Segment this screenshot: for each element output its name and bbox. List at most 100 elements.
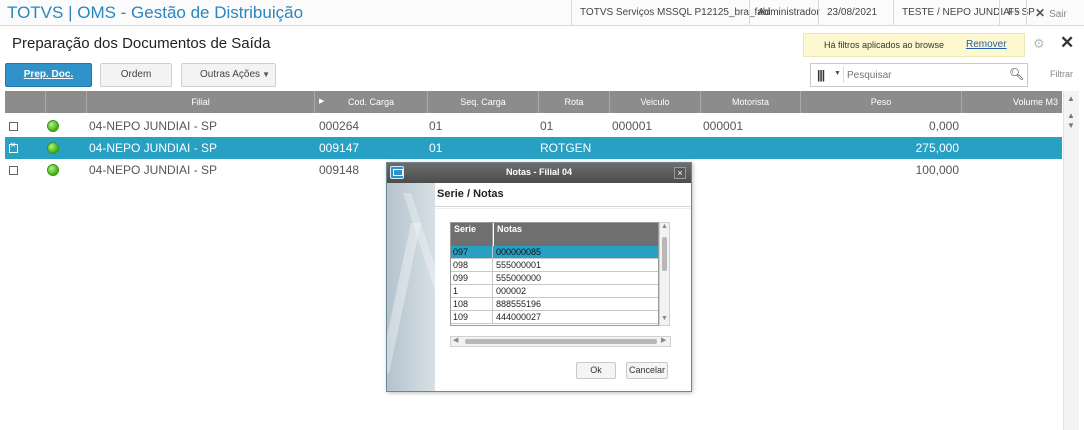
list-item[interactable]: 1 000002 [451,285,658,298]
status-green-icon [47,142,59,154]
page-title: Preparação dos Documentos de Saída [12,35,271,52]
separator [843,67,844,83]
cell-motorista: 000001 [703,119,744,133]
scroll-top-icon[interactable]: ▲ [1067,94,1075,103]
column-header-cod-carga[interactable]: Cod. Carga [314,91,427,113]
search-box: ||| ▼ 🔍︎ [810,63,1028,87]
cell-peso: 0,000 [928,119,959,133]
gear-icon[interactable]: ⚙ [1033,36,1045,52]
dialog-title: Notas - Filial 04 [505,167,573,177]
close-icon[interactable]: × [674,167,686,179]
cell-peso: 275,000 [915,141,959,155]
prep-doc-button[interactable]: Prep. Doc. [5,63,92,87]
status-green-icon [47,120,59,132]
outras-acoes-button[interactable]: Outras Ações ▼ [181,63,276,87]
cell-nota: 444000027 [496,312,542,322]
cell-serie: 1 [451,285,493,298]
scroll-left-icon[interactable]: ◀ [453,336,458,344]
dialog-title-bar[interactable]: Notas - Filial 04 × [387,163,691,183]
grid-vertical-scrollbar[interactable]: ▲ ▲ ▼ [1063,91,1079,430]
column-header-rota[interactable]: Rota [538,91,609,113]
scroll-up-icon[interactable]: ▲ [661,223,668,230]
notas-dialog: Notas - Filial 04 × Serie / Notas Serie … [386,162,692,392]
row-checkbox[interactable] [9,166,18,175]
app-title: TOTVS | OMS - Gestão de Distribuição [7,3,304,22]
scroll-down-icon[interactable]: ▼ [1067,121,1075,130]
date-label: 23/08/2021 [818,0,885,26]
list-item[interactable]: 109 444000027 [451,311,658,324]
search-icon[interactable]: 🔍︎ [1009,67,1024,81]
grid-header: Filial ▶ Cod. Carga Seq. Carga Rota Veic… [5,91,1062,113]
filter-button[interactable]: Filtrar [1050,69,1073,79]
column-header-volume[interactable]: Volume M3 [961,91,1062,113]
divider [435,208,691,209]
search-input[interactable] [847,67,997,83]
list-item[interactable]: 097 000000085 [451,246,658,259]
cell-serie: 098 [451,259,493,272]
close-icon: ✕ [1035,6,1046,20]
list-item[interactable]: 108 888555196 [451,298,658,311]
column-header-seq-carga[interactable]: Seq. Carga [427,91,538,113]
close-icon[interactable]: ✕ [1060,33,1074,53]
caret-down-icon: ▼ [262,70,270,79]
scrollbar-thumb[interactable] [662,237,667,271]
cell-serie: 109 [451,311,493,324]
filter-message: Há filtros aplicados ao browse [824,40,945,50]
divider [435,206,691,207]
row-checkbox[interactable] [9,122,18,131]
cell-serie: 108 [451,298,493,311]
cell-nota: 000002 [496,286,527,296]
dialog-side-banner [387,183,435,391]
column-header-status[interactable] [45,91,86,113]
cell-nota: 555000000 [496,273,542,283]
cell-cod-carga: 009147 [319,141,360,155]
notas-horizontal-scrollbar[interactable]: ◀ ▶ [450,336,671,347]
shortcut-label[interactable]: F5 [999,0,1028,26]
columns-icon[interactable]: ||| [817,68,825,82]
exit-label: Sair [1049,9,1067,20]
filter-banner: Há filtros aplicados ao browse Remover [803,33,1025,57]
column-header-serie[interactable]: Serie [451,223,493,246]
cell-peso: 100,000 [915,163,959,177]
environment-label: TOTVS Serviços MSSQL P12125_bra_fabi [571,0,779,26]
cancel-button[interactable]: Cancelar [626,362,668,379]
scroll-down-icon[interactable]: ▼ [661,315,668,322]
ok-button[interactable]: Ok [576,362,616,379]
cell-serie: 099 [451,272,493,285]
column-header-notas[interactable]: Notas [494,223,658,246]
column-header-peso[interactable]: Peso [800,91,961,113]
remove-filter-link[interactable]: Remover [966,39,1007,50]
title-bar: TOTVS | OMS - Gestão de Distribuição TOT… [0,0,1084,26]
cell-cod-carga: 009148 [319,163,360,177]
column-header-check[interactable] [5,91,45,113]
cell-veiculo: 000001 [612,119,653,133]
scrollbar-thumb[interactable] [465,339,657,344]
row-checkbox[interactable] [9,140,18,153]
user-label[interactable]: Administrador [749,0,828,26]
cell-rota: ROTGEN [540,141,592,155]
cell-serie: 097 [451,246,493,259]
scroll-up-icon[interactable]: ▲ [1067,111,1075,120]
list-item[interactable]: 099 555000000 [451,272,658,285]
cell-nota: 888555196 [496,299,542,309]
cell-cod-carga: 000264 [319,119,360,133]
column-header-veiculo[interactable]: Veiculo [609,91,700,113]
cell-seq-carga: 01 [429,141,443,155]
column-header-motorista[interactable]: Motorista [700,91,800,113]
cell-rota: 01 [540,119,554,133]
list-item[interactable]: 098 555000001 [451,259,658,272]
dialog-heading: Serie / Notas [437,188,504,200]
ordem-button[interactable]: Ordem [100,63,172,87]
column-header-filial[interactable]: Filial [86,91,314,113]
exit-button[interactable]: ✕ Sair [1026,0,1067,26]
caret-down-icon[interactable]: ▼ [834,70,841,77]
table-row[interactable]: 04-NEPO JUNDIAI - SP 009147 01 ROTGEN 27… [5,137,1062,159]
scroll-right-icon[interactable]: ▶ [661,336,666,344]
cell-nota: 555000001 [496,260,542,270]
table-row[interactable]: 04-NEPO JUNDIAI - SP 000264 01 01 000001… [5,115,1062,137]
cell-filial: 04-NEPO JUNDIAI - SP [89,141,218,155]
cell-filial: 04-NEPO JUNDIAI - SP [89,119,218,133]
notas-vertical-scrollbar[interactable]: ▲ ▼ [659,222,670,326]
notas-table: Serie Notas 097 000000085 098 555000001 … [450,222,659,326]
cell-seq-carga: 01 [429,119,443,133]
